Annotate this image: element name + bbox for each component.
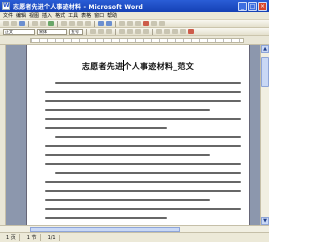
status-bar: 1 页 1 节 1/1	[0, 232, 269, 242]
new-document-icon[interactable]	[3, 21, 9, 26]
text-cursor	[123, 60, 124, 71]
decrease-indent-icon[interactable]	[172, 29, 178, 34]
menu-bar: 文件 编辑 视图 插入 格式 工具 表格 窗口 帮助	[0, 12, 269, 20]
text-line	[45, 163, 241, 165]
menu-insert[interactable]: 插入	[42, 12, 52, 19]
toolbar-divider	[94, 20, 95, 27]
toolbar-divider	[115, 20, 116, 27]
print-icon[interactable]	[32, 21, 38, 26]
standard-toolbar	[0, 20, 269, 28]
minimize-button[interactable]: _	[238, 1, 247, 11]
document-page[interactable]: 志愿者先进个人事迹材料_范文	[26, 45, 250, 225]
toolbar-divider	[86, 28, 87, 35]
text-line	[55, 82, 241, 84]
horizontal-scrollbar[interactable]	[0, 225, 269, 232]
menu-edit[interactable]: 编辑	[16, 12, 26, 19]
undo-icon[interactable]	[98, 21, 104, 26]
document-title: 志愿者先进个人事迹材料_范文	[81, 62, 195, 71]
text-line	[45, 118, 241, 120]
document-area: 志愿者先进个人事迹材料_范文	[6, 45, 260, 225]
toolbar-divider	[115, 28, 116, 35]
bullets-icon[interactable]	[164, 29, 170, 34]
title-bar: W 志愿者先进个人事迹材料 - Microsoft Word _ □ ×	[0, 0, 269, 12]
status-page-count: 1/1	[45, 234, 60, 241]
toolbar-divider	[152, 28, 153, 35]
font-size-dropdown[interactable]: 五号	[69, 28, 83, 35]
paste-icon[interactable]	[77, 21, 83, 26]
table-icon[interactable]	[127, 21, 133, 26]
style-dropdown[interactable]: 正文	[3, 28, 35, 35]
print-preview-icon[interactable]	[40, 21, 46, 26]
vertical-scroll-thumb[interactable]	[261, 57, 269, 87]
text-line	[45, 100, 241, 102]
drawing-icon[interactable]	[143, 21, 149, 26]
redo-icon[interactable]	[106, 21, 112, 26]
format-painter-icon[interactable]	[85, 21, 91, 26]
status-section: 1 节	[24, 234, 41, 241]
zoom-icon[interactable]	[159, 21, 165, 26]
underline-icon[interactable]	[106, 29, 112, 34]
menu-file[interactable]: 文件	[3, 12, 13, 19]
numbering-icon[interactable]	[156, 29, 162, 34]
ruler-strip	[30, 38, 244, 43]
ruler-ticks	[31, 39, 243, 42]
hyperlink-icon[interactable]	[119, 21, 125, 26]
text-line	[55, 136, 241, 138]
horizontal-ruler[interactable]	[0, 36, 269, 45]
save-icon[interactable]	[19, 21, 25, 26]
open-folder-icon[interactable]	[11, 21, 17, 26]
text-line	[45, 91, 241, 93]
menu-view[interactable]: 视图	[29, 12, 39, 19]
font-color-icon[interactable]	[188, 29, 194, 34]
text-line	[45, 199, 210, 201]
menu-help[interactable]: 帮助	[107, 12, 117, 19]
text-line	[45, 208, 241, 210]
cut-icon[interactable]	[61, 21, 67, 26]
bold-icon[interactable]	[90, 29, 96, 34]
maximize-button[interactable]: □	[248, 1, 257, 11]
align-left-icon[interactable]	[119, 29, 125, 34]
text-line	[45, 181, 241, 183]
font-dropdown[interactable]: 宋体	[37, 28, 67, 35]
copy-icon[interactable]	[69, 21, 75, 26]
text-line	[45, 190, 241, 192]
italic-icon[interactable]	[98, 29, 104, 34]
status-page: 1 页	[3, 234, 20, 241]
align-center-icon[interactable]	[127, 29, 133, 34]
text-line	[45, 127, 167, 129]
vertical-scrollbar[interactable]: ▲ ▼	[260, 45, 269, 225]
close-button[interactable]: ×	[258, 1, 267, 11]
scroll-down-icon[interactable]: ▼	[261, 217, 269, 225]
columns-icon[interactable]	[135, 21, 141, 26]
menu-table[interactable]: 表格	[81, 12, 91, 19]
formatting-toolbar: 正文 宋体 五号	[0, 28, 269, 36]
justify-icon[interactable]	[143, 29, 149, 34]
text-line	[45, 109, 210, 111]
menu-format[interactable]: 格式	[55, 12, 65, 19]
word-app-icon: W	[2, 2, 10, 10]
align-right-icon[interactable]	[135, 29, 141, 34]
text-line	[45, 217, 167, 219]
spelling-icon[interactable]	[48, 21, 54, 26]
show-hide-icon[interactable]	[151, 21, 157, 26]
text-line	[45, 145, 241, 147]
scroll-up-icon[interactable]: ▲	[261, 45, 269, 53]
menu-window[interactable]: 窗口	[94, 12, 104, 19]
text-line	[45, 154, 210, 156]
window-title: 志愿者先进个人事迹材料 - Microsoft Word	[13, 3, 143, 11]
menu-tools[interactable]: 工具	[68, 12, 78, 19]
toolbar-divider	[28, 20, 29, 27]
text-line	[55, 172, 241, 174]
toolbar-divider	[57, 20, 58, 27]
document-body	[45, 82, 241, 225]
increase-indent-icon[interactable]	[180, 29, 186, 34]
